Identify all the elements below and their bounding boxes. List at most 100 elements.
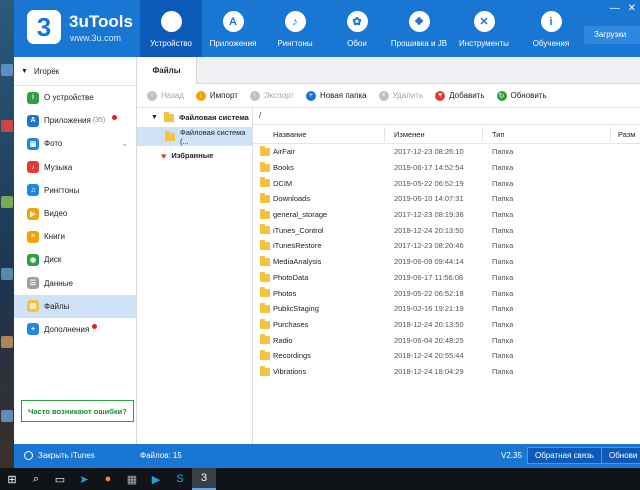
sidebar-item-5[interactable]: ▶ Видео — [14, 202, 136, 225]
column-divider[interactable] — [482, 127, 483, 142]
file-type: Папка — [492, 304, 514, 314]
desktop-icon[interactable] — [1, 196, 13, 208]
sidebar-item-7[interactable]: ◉ Диск — [14, 248, 136, 271]
skype-icon[interactable]: S — [168, 468, 192, 490]
tree-file-system[interactable]: Файловая система (... — [137, 127, 252, 146]
table-row[interactable]: AirFair 2017-12-23 08:26:10 Папка — [253, 144, 640, 160]
file-name: Downloads — [273, 194, 311, 204]
nav-item-apple[interactable]: Устройство — [140, 0, 202, 57]
minimize-icon[interactable]: — — [610, 3, 620, 14]
task-view-icon[interactable]: ▭ — [48, 468, 72, 490]
device-selector[interactable]: ▼ Игорёк — [14, 57, 136, 86]
table-row[interactable]: iTunes_Control 2018-12-24 20:13:50 Папка — [253, 222, 640, 238]
file-name: Photos — [273, 288, 297, 298]
table-row[interactable]: Radio 2019-06-04 20:48:25 Папка — [253, 332, 640, 348]
sidebar-item-4[interactable]: ♫ Рингтоны — [14, 179, 136, 202]
folder-icon — [260, 302, 270, 313]
sidebar-item-3[interactable]: ♪ Музыка — [14, 156, 136, 179]
nav-label: Рингтоны — [277, 39, 313, 48]
close-itunes-button[interactable]: Закрыть iTunes — [24, 451, 95, 460]
file-modified: 2018-12-24 20:55:44 — [394, 351, 464, 361]
toolbar-button-0[interactable]: ‹ Назад — [147, 90, 184, 101]
close-icon[interactable]: ✕ — [628, 3, 636, 14]
sidebar-item-1[interactable]: A Приложения (35) — [14, 109, 136, 132]
desktop-icon[interactable] — [1, 410, 13, 422]
media-player-icon[interactable]: ▶ — [144, 468, 168, 490]
table-row[interactable]: DCIM 2019-05-22 06:52:19 Папка — [253, 175, 640, 191]
table-row[interactable]: iTunesRestore 2017-12-23 08:20:46 Папка — [253, 238, 640, 254]
telegram-icon[interactable]: ➤ — [72, 468, 96, 490]
table-header: Название Изменен Тип Разм — [253, 125, 640, 144]
nav-item-app-store[interactable]: A Приложения — [202, 0, 264, 57]
sidebar-item-10[interactable]: + Дополнения — [14, 318, 136, 341]
toolbar-button-6[interactable]: ↻ Обновить — [496, 90, 547, 101]
desktop-icon[interactable] — [1, 336, 13, 348]
nav-label: Обучения — [532, 39, 570, 48]
table-row[interactable]: Recordings 2018-12-24 20:55:44 Папка — [253, 348, 640, 364]
sidebar-item-0[interactable]: i О устройстве — [14, 86, 136, 109]
file-count: Файлов: 15 — [140, 451, 182, 460]
file-name: Books — [273, 163, 294, 173]
nav-item-tools[interactable]: ✕ Инструменты — [450, 0, 518, 57]
tree-root[interactable]: ▼ Файловая система — [137, 108, 252, 127]
table-row[interactable]: general_storage 2017-12-23 08:19:36 Папка — [253, 207, 640, 223]
box-icon: ❖ — [408, 11, 430, 32]
table-row[interactable]: Photos 2019-05-22 06:52:18 Папка — [253, 285, 640, 301]
app-title: 3uTools — [69, 12, 133, 31]
nav-item-bell[interactable]: ♪ Рингтоны — [264, 0, 326, 57]
main-content: Файлы ‹ Назад ↓ Импорт ↑ Экспорт + Новая папка ×… — [137, 57, 640, 444]
help-errors-link[interactable]: Часто возникают ошибки? — [21, 400, 134, 422]
update-button[interactable]: Обнови — [601, 447, 640, 464]
table-row[interactable]: Vibrations 2018-12-24 18:04:29 Папка — [253, 364, 640, 380]
column-name[interactable]: Название — [273, 130, 307, 139]
table-row[interactable]: Books 2019-06-17 14:52:54 Папка — [253, 160, 640, 176]
file-type: Папка — [492, 225, 514, 235]
tree-favorites[interactable]: ♥ Избранные — [137, 146, 252, 165]
nav-label: Обои — [347, 39, 367, 48]
toolbar-button-2[interactable]: ↑ Экспорт — [249, 90, 294, 101]
table-row[interactable]: MediaAnalysis 2019-06-09 09:44:14 Папка — [253, 254, 640, 270]
table-row[interactable]: PublicStaging 2019-02-16 19:21:19 Папка — [253, 301, 640, 317]
file-name: Purchases — [273, 319, 309, 329]
nav-item-flower[interactable]: ✿ Обои — [326, 0, 388, 57]
desktop-icon[interactable] — [1, 64, 13, 76]
firefox-icon[interactable]: ● — [96, 468, 120, 490]
sidebar-item-2[interactable]: ▣ Фото ⌄ — [14, 132, 136, 155]
sidebar-item-6[interactable]: ≡ Книги — [14, 225, 136, 248]
column-divider[interactable] — [610, 127, 611, 142]
nav-item-info[interactable]: i Обучения — [518, 0, 584, 57]
tab-files[interactable]: Файлы — [137, 57, 197, 84]
sidebar-item-9[interactable]: ▤ Файлы — [14, 294, 136, 318]
search-icon[interactable]: ⌕ — [24, 468, 48, 490]
folder-icon — [165, 130, 175, 141]
desktop-icon[interactable] — [1, 120, 13, 132]
chevron-down-icon[interactable]: ⌄ — [121, 139, 128, 148]
column-modified[interactable]: Изменен — [394, 130, 425, 139]
table-row[interactable]: Purchases 2018-12-24 20:13:50 Папка — [253, 317, 640, 333]
toolbar-button-4[interactable]: × Удалить — [378, 90, 423, 101]
column-type[interactable]: Тип — [492, 130, 505, 139]
sidebar-item-label: О устройстве — [44, 93, 94, 103]
toolbar-button-3[interactable]: + Новая папка — [305, 90, 367, 101]
app-window: 3 3uTools www.3u.com Устройство A Приложен… — [14, 0, 640, 468]
path-bar[interactable]: / — [253, 108, 640, 125]
column-divider[interactable] — [384, 127, 385, 142]
desktop-icon[interactable] — [1, 268, 13, 280]
folder-icon — [260, 334, 270, 345]
top-header: 3 3uTools www.3u.com Устройство A Приложен… — [14, 0, 640, 57]
column-size[interactable]: Разм — [618, 130, 635, 139]
toolbar-button-5[interactable]: ♥ Добавить — [435, 90, 485, 101]
windows-start-icon[interactable]: ⊞ — [0, 468, 24, 490]
table-row[interactable]: PhotoData 2019-06-17 11:56:08 Папка — [253, 270, 640, 286]
toolbar-button-1[interactable]: ↓ Импорт — [195, 90, 238, 101]
sidebar-item-8[interactable]: ☰ Данные — [14, 272, 136, 295]
3utools-taskbar-icon[interactable]: 3 — [192, 468, 216, 490]
file-modified: 2017-12-23 08:19:36 — [394, 210, 464, 220]
table-row[interactable]: Downloads 2019-06-10 14:07:31 Папка — [253, 191, 640, 207]
feedback-button[interactable]: Обратная связь — [527, 447, 602, 464]
folder-app-icon[interactable]: ▦ — [120, 468, 144, 490]
nav-item-box[interactable]: ❖ Прошивка и JB — [388, 0, 450, 57]
sidebar-item-icon: i — [27, 91, 39, 104]
downloads-button[interactable]: Загрузки — [584, 26, 640, 44]
apple-icon — [160, 11, 182, 32]
